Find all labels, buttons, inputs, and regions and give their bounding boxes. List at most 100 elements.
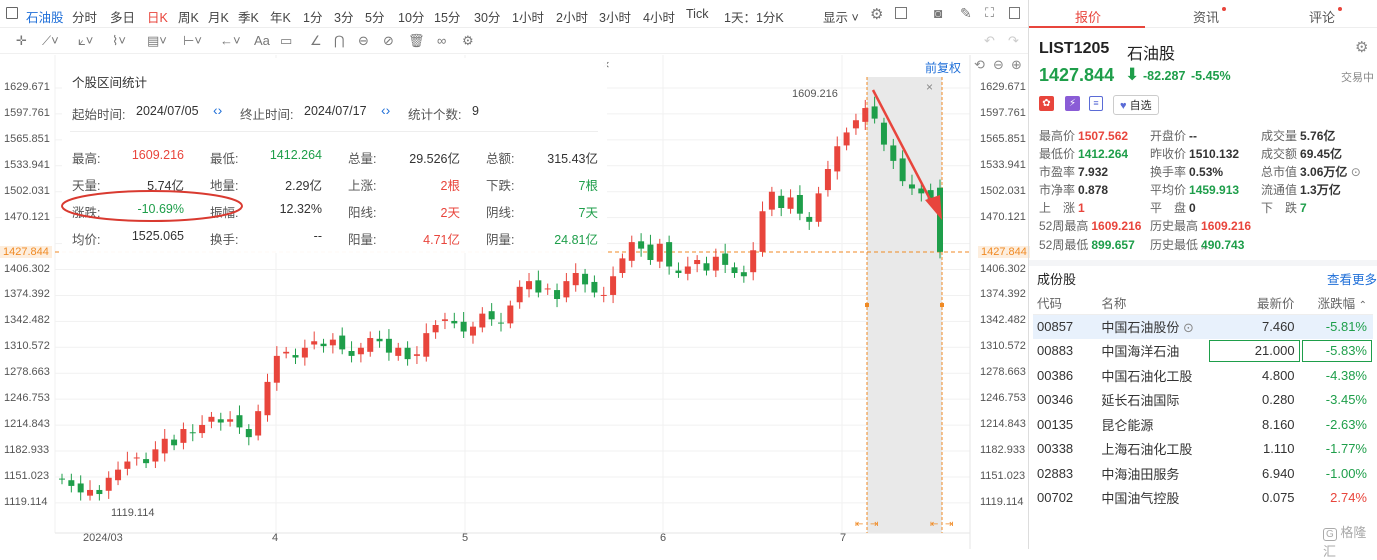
period-button[interactable]: 季K xyxy=(238,7,259,26)
fullscreen-icon[interactable]: ⛶ xyxy=(985,5,994,21)
y-tick-label: 1565.851 xyxy=(4,132,50,145)
trash-icon[interactable]: 🗑 xyxy=(408,33,425,49)
cell-name: 中国油气控股 xyxy=(1101,486,1208,511)
add-watchlist-button[interactable]: ♥ 自选 xyxy=(1113,95,1159,115)
zoom-out-icon[interactable]: ⊖ xyxy=(993,57,1004,73)
stat-label: 下跌: xyxy=(486,179,515,193)
period-button[interactable]: 30分 xyxy=(474,7,500,26)
pct-text: 2.74% xyxy=(1330,490,1367,506)
link-icon[interactable]: ∞ xyxy=(437,33,446,48)
table-row[interactable]: 00883 中国海洋石油 21.000 -5.83% xyxy=(1033,339,1373,364)
quote-value: -- xyxy=(1189,129,1198,143)
comment-tool-icon[interactable]: ▭ xyxy=(280,33,292,49)
crosshair-icon[interactable]: ✛ xyxy=(16,33,27,49)
period-button[interactable]: 15分 xyxy=(434,7,460,26)
period-button[interactable]: 月K xyxy=(208,7,229,26)
period-button[interactable]: 4小时 xyxy=(643,7,675,26)
table-row[interactable]: 00386 中国石油化工股 4.800 -4.38% xyxy=(1033,363,1373,388)
arrow-tool-icon[interactable]: ←˅ xyxy=(220,33,241,48)
magnet-icon[interactable]: ⋂ xyxy=(334,33,345,49)
col-code[interactable]: 代码 xyxy=(1033,292,1102,315)
stat-value: -- xyxy=(313,229,322,243)
start-adjust-icon[interactable]: ‹› xyxy=(213,102,222,118)
candle-body xyxy=(628,242,635,261)
line-tool-icon[interactable]: ⟋˅ xyxy=(42,33,59,49)
settings-icon[interactable]: ⚙ xyxy=(870,5,883,23)
table-row[interactable]: 00857 中国石油股份 ⊙ 7.460 -5.81% xyxy=(1033,314,1373,339)
wave-tool-icon[interactable]: ⌇˅ xyxy=(112,33,126,49)
period-button[interactable]: 1分 xyxy=(303,7,322,26)
candle-body xyxy=(479,313,486,328)
period-button[interactable]: Tick xyxy=(686,7,708,21)
period-button[interactable]: 周K xyxy=(178,7,199,26)
last-price: 1427.844 xyxy=(1039,65,1115,85)
end-adjust-icon[interactable]: ‹› xyxy=(381,102,390,118)
period-button[interactable]: 年K xyxy=(270,7,291,26)
candle-body xyxy=(806,216,813,222)
camera-icon[interactable]: ◙ xyxy=(934,5,942,21)
gear-icon[interactable]: ⚙ xyxy=(462,33,474,49)
quote-field: 上 涨1 xyxy=(1039,199,1085,216)
eye-icon[interactable]: ⊙ xyxy=(1179,320,1194,335)
close-range-icon[interactable]: × xyxy=(926,80,933,94)
panel-tabs: 报价 资讯 评论 xyxy=(1029,0,1377,28)
display-menu[interactable]: 显示 ˅ xyxy=(823,7,859,26)
angle-tool-icon[interactable]: ∠ xyxy=(310,33,322,49)
name-text: 中国石油股份 xyxy=(1101,320,1180,335)
ray-tool-icon[interactable]: ⟀˅ xyxy=(78,33,93,49)
pen-icon[interactable]: ✎ xyxy=(960,5,972,22)
col-name[interactable]: 名称 xyxy=(1101,292,1209,315)
redo-icon[interactable]: ↷ xyxy=(1008,33,1019,49)
table-row[interactable]: 00346 延长石油国际 0.280 -3.45% xyxy=(1033,388,1373,413)
measure-tool-icon[interactable]: ⊢˅ xyxy=(183,33,202,49)
period-button[interactable]: 1天：1分K xyxy=(724,7,784,26)
period-button[interactable]: 5分 xyxy=(365,7,384,26)
tab-news[interactable]: 资讯 xyxy=(1193,7,1227,26)
col-price[interactable]: 最新价 xyxy=(1208,292,1301,315)
period-button[interactable]: 多日 xyxy=(110,7,135,26)
hide-icon[interactable]: ⊘ xyxy=(383,33,394,49)
table-row[interactable]: 00338 上海石油化工股 1.110 -1.77% xyxy=(1033,437,1373,462)
square-select-icon[interactable] xyxy=(895,7,907,19)
tab-quote[interactable]: 报价 xyxy=(1075,7,1101,26)
table-row[interactable]: 02883 中海油田服务 6.940 -1.00% xyxy=(1033,461,1373,486)
stock-tab[interactable]: 石油股 xyxy=(26,7,64,26)
candle-body xyxy=(526,281,533,290)
period-button[interactable]: 3分 xyxy=(334,7,353,26)
view-more-link[interactable]: 查看更多 xyxy=(1327,269,1377,288)
zoom-in-icon[interactable]: ⊕ xyxy=(1011,57,1022,73)
tab-comments[interactable]: 评论 xyxy=(1309,7,1343,26)
lightning-icon[interactable]: ⚡ xyxy=(1065,96,1080,111)
period-button[interactable]: 3小时 xyxy=(599,7,631,26)
restore-right-toggle[interactable]: 前复权 xyxy=(925,59,961,76)
reset-icon[interactable]: ⟲ xyxy=(974,57,985,73)
collapse-icon[interactable]: ⌃ xyxy=(1199,245,1208,258)
period-button[interactable]: 1小时 xyxy=(512,7,544,26)
stat-value: 1525.065 xyxy=(131,229,184,243)
period-button[interactable]: 2小时 xyxy=(556,7,588,26)
period-button[interactable]: 日K xyxy=(147,7,168,26)
table-row[interactable]: 00135 昆仑能源 8.160 -2.63% xyxy=(1033,412,1373,437)
period-button[interactable]: 分时 xyxy=(72,7,97,26)
stat-label: 总额: xyxy=(486,152,515,166)
panel-toggle-icon[interactable] xyxy=(6,7,18,19)
period-button[interactable]: 10分 xyxy=(398,7,424,26)
lock-icon[interactable]: ⊖ xyxy=(358,33,369,49)
panel-settings-icon[interactable]: ⚙ xyxy=(1355,38,1368,56)
quote-value: 0 xyxy=(1189,201,1196,215)
more-icon[interactable]: ⊙ xyxy=(1347,165,1361,179)
col-change[interactable]: 涨跌幅 ⌃ xyxy=(1300,292,1373,315)
fib-tool-icon[interactable]: ▤˅ xyxy=(147,33,167,49)
window-icon[interactable] xyxy=(1009,7,1020,19)
undo-icon[interactable]: ↶ xyxy=(984,33,995,49)
name-text: 中国海洋石油 xyxy=(1101,344,1180,360)
text-tool-icon[interactable]: Aa xyxy=(254,33,270,48)
stat-label: 换手: xyxy=(210,233,239,247)
doc-icon[interactable]: ≡ xyxy=(1089,96,1103,111)
cell-code: 00702 xyxy=(1033,486,1101,511)
drawing-toolbar: ✛ ⟋˅ ⟀˅ ⌇˅ ▤˅ ⊢˅ ←˅ Aa ▭ ∠ ⋂ ⊖ ⊘ 🗑 ∞ ⚙ ↶… xyxy=(0,28,1028,54)
cell-price: 0.075 xyxy=(1208,486,1301,511)
table-row[interactable]: 00702 中国油气控股 0.075 2.74% xyxy=(1033,486,1373,511)
quote-label: 最低价 xyxy=(1039,147,1076,161)
range-handle xyxy=(865,303,869,307)
